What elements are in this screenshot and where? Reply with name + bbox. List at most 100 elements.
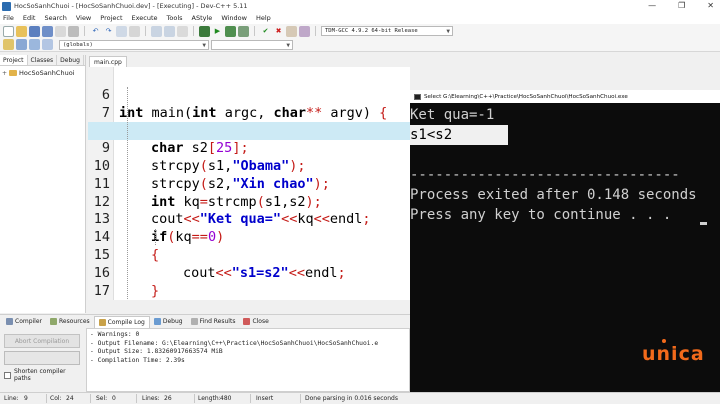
status-length: 480 xyxy=(220,395,232,402)
globals-select[interactable]: (globals) ▼ xyxy=(59,39,209,50)
compiler-select-value: TDM-GCC 4.9.2 64-bit Release xyxy=(325,28,418,34)
menu-tools[interactable]: Tools xyxy=(167,14,183,22)
status-divider xyxy=(90,394,91,403)
compile-log-icon xyxy=(98,318,106,326)
console-title: Select G:\Elearning\C++\Practice\HocSoSa… xyxy=(424,93,628,100)
unindent-icon[interactable] xyxy=(164,25,175,37)
print-icon[interactable] xyxy=(68,25,79,37)
close-file-icon[interactable] xyxy=(55,25,66,37)
console-icon xyxy=(414,93,421,100)
secondary-toolbar: (globals) ▼ ▼ xyxy=(0,38,720,52)
menu-edit[interactable]: Edit xyxy=(23,14,36,22)
goto-icon[interactable] xyxy=(177,25,188,37)
tab-classes[interactable]: Classes xyxy=(28,55,58,65)
shorten-paths-checkbox[interactable] xyxy=(4,371,11,379)
menu-file[interactable]: File xyxy=(3,14,14,22)
code-line[interactable]: 17 else if(kq<0) xyxy=(88,265,410,299)
rebuild-icon[interactable] xyxy=(238,25,249,37)
tab-compile-log[interactable]: Compile Log xyxy=(93,315,150,328)
tab-resources[interactable]: Resources xyxy=(46,316,94,328)
new-file-icon[interactable] xyxy=(3,25,14,37)
expand-icon[interactable]: + xyxy=(2,70,7,77)
compile-icon[interactable] xyxy=(199,25,210,37)
indent-icon[interactable] xyxy=(151,25,162,37)
check-icon[interactable]: ✔ xyxy=(260,26,271,37)
toolbar-separator xyxy=(193,26,194,36)
debug-icon[interactable] xyxy=(299,25,310,37)
tab-compiler[interactable]: Compiler xyxy=(2,316,46,328)
shorten-paths-label: Shorten compiler paths xyxy=(13,368,66,382)
editor-tab-strip: main.cpp xyxy=(88,55,720,68)
code-line-current[interactable]: 9 strcpy(s1,"Obama"); xyxy=(88,122,410,174)
console-selected-line: s1<s2 xyxy=(410,125,508,145)
project-panel-tabs: Project Classes Debug xyxy=(0,55,85,66)
tab-close[interactable]: Close xyxy=(239,316,272,328)
members-select[interactable]: ▼ xyxy=(211,39,293,50)
devcpp-app-icon xyxy=(2,1,11,11)
abort-compilation-button[interactable]: Abort Compilation xyxy=(4,334,80,348)
stop-execution-icon[interactable]: ✖ xyxy=(273,26,284,37)
chevron-down-icon: ▼ xyxy=(286,41,290,49)
code-editor[interactable]: 6 int main(int argc, char** argv) { 7 ch… xyxy=(88,67,410,300)
compiler-select[interactable]: TDM-GCC 4.9.2 64-bit Release ▼ xyxy=(321,26,453,36)
menu-execute[interactable]: Execute xyxy=(132,14,158,22)
tab-compiler-label: Compiler xyxy=(15,318,43,325)
run-icon[interactable]: ▶ xyxy=(212,26,223,37)
compile-log[interactable]: - Warnings: 0- Output Filename: G:\Elear… xyxy=(86,328,410,392)
status-message: Done parsing in 0.016 seconds xyxy=(305,395,398,402)
console-title-bar: Select G:\Elearning\C++\Practice\HocSoSa… xyxy=(410,90,720,103)
compile-run-icon[interactable] xyxy=(225,25,236,37)
goto-bookmark-icon[interactable] xyxy=(42,39,53,50)
save-icon[interactable] xyxy=(29,25,40,37)
code-line[interactable]: 10 strcpy(s2,"Xin chao"); xyxy=(88,140,410,192)
resources-icon xyxy=(50,318,58,325)
find-icon[interactable] xyxy=(116,25,127,37)
replace-icon[interactable] xyxy=(129,25,140,37)
status-mode: Insert xyxy=(256,395,274,402)
menu-project[interactable]: Project xyxy=(100,14,122,22)
tab-debug[interactable]: Debug xyxy=(57,55,84,65)
menu-astyle[interactable]: AStyle xyxy=(192,14,213,22)
code-line[interactable]: 6 int main(int argc, char** argv) { xyxy=(88,69,410,121)
code-line[interactable]: 15 cout<<"s1=s2"<<endl; xyxy=(88,229,410,281)
toggle-bookmark-icon[interactable] xyxy=(29,39,40,50)
console-output-line: Process exited after 0.148 seconds xyxy=(410,187,697,203)
window-title: HocSoSanhChuoi - [HocSoSanhChuoi.dev] - … xyxy=(14,2,248,10)
tab-debug-output[interactable]: Debug xyxy=(150,316,187,328)
console-separator-line: -------------------------------- xyxy=(410,167,680,183)
chevron-down-icon: ▼ xyxy=(446,28,450,35)
code-line[interactable]: 12 cout<<"Ket qua="<<kq<<endl; xyxy=(88,176,410,228)
tab-find-results[interactable]: Find Results xyxy=(187,316,240,328)
maximize-button[interactable]: ❐ xyxy=(678,0,685,12)
code-line[interactable]: 7 char s1[25]; xyxy=(88,87,410,139)
project-tree-item[interactable]: + HocSoSanhChuoi xyxy=(0,66,85,80)
undo-icon[interactable]: ↶ xyxy=(90,26,101,37)
console-output-line: Press any key to continue . . . xyxy=(410,207,672,223)
code-line[interactable]: 14 { xyxy=(88,211,410,263)
code-line[interactable]: 11 int kq=strcmp(s1,s2); xyxy=(88,158,410,210)
menu-search[interactable]: Search xyxy=(44,14,66,22)
log-line: - Output Filename: G:\Elearning\C++\Prac… xyxy=(90,339,379,347)
insert-icon[interactable] xyxy=(16,39,27,50)
window-controls: — ❐ ✕ xyxy=(648,0,714,12)
new-project-icon[interactable] xyxy=(3,39,14,50)
code-line[interactable]: 16 } xyxy=(88,247,410,299)
menu-window[interactable]: Window xyxy=(221,14,247,22)
save-all-icon[interactable] xyxy=(42,25,53,37)
close-button[interactable]: ✕ xyxy=(707,0,714,12)
menu-view[interactable]: View xyxy=(76,14,91,22)
main-toolbar: ↶ ↷ ▶ ✔ ✖ TDM-GCC 4.9.2 64-bit Release ▼ xyxy=(0,24,720,38)
menu-bar: File Edit Search View Project Execute To… xyxy=(0,12,720,24)
status-divider xyxy=(46,394,47,403)
code-line[interactable]: 13 if(kq==0) xyxy=(88,194,410,245)
redo-icon[interactable]: ↷ xyxy=(103,26,114,37)
code-line[interactable]: 8 char s2[25]; xyxy=(88,105,410,156)
tab-project[interactable]: Project xyxy=(0,55,28,65)
minimize-button[interactable]: — xyxy=(648,0,656,12)
menu-help[interactable]: Help xyxy=(256,14,271,22)
shorten-paths-option[interactable]: Shorten compiler paths xyxy=(4,368,84,382)
profile-icon[interactable] xyxy=(286,25,297,37)
code-line[interactable]: 18 { xyxy=(88,283,410,300)
console-output-line: Ket qua=-1 xyxy=(410,107,495,123)
open-folder-icon[interactable] xyxy=(16,25,27,37)
